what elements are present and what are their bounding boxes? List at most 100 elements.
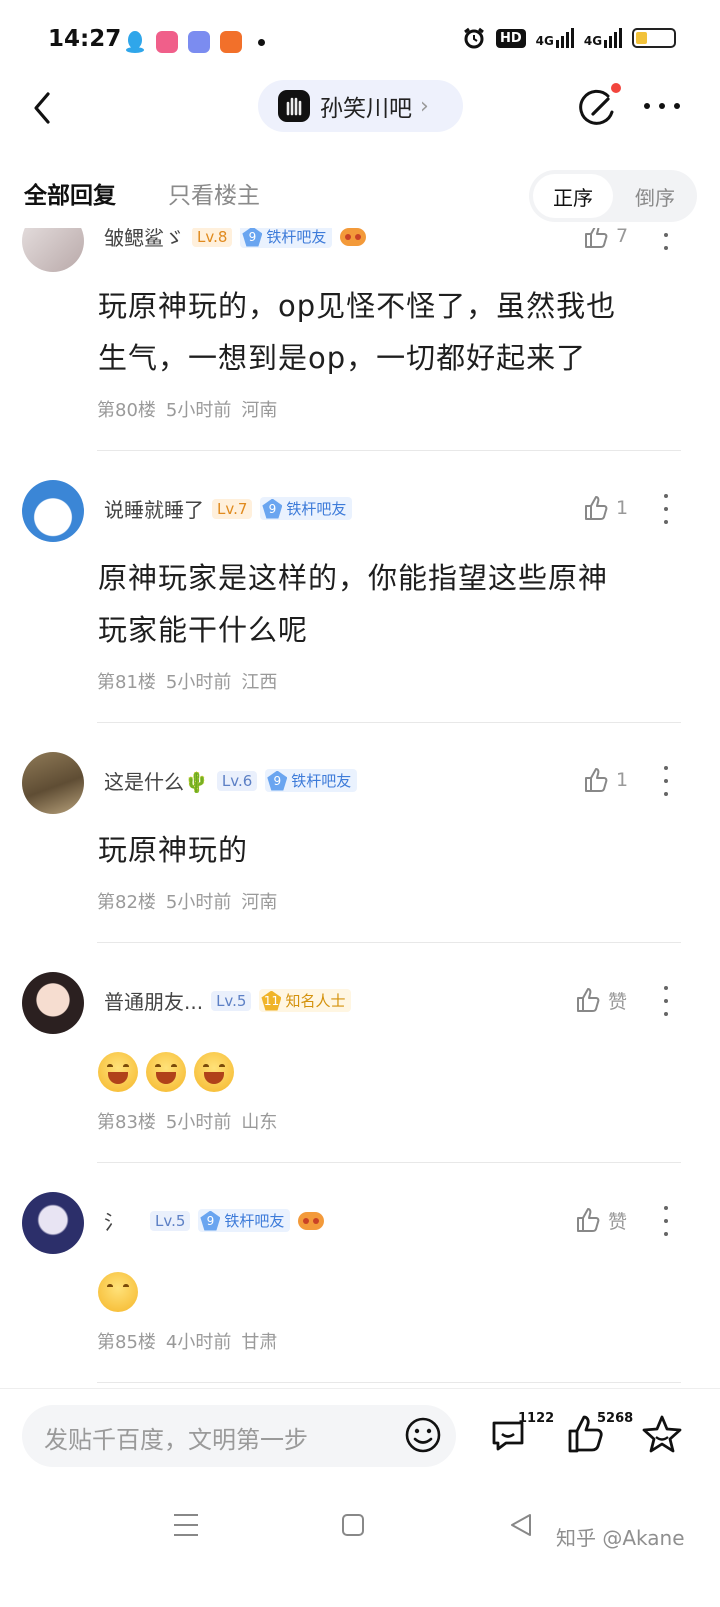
hand-icon <box>286 97 302 116</box>
reply-meta: 第82楼 5小时前 河南 <box>97 888 277 914</box>
favorite-star-button[interactable] <box>640 1413 684 1455</box>
status-right-icons: HD 4G 4G <box>462 26 677 50</box>
home-button[interactable] <box>340 1512 366 1538</box>
reply-text-line: 玩原神玩的，op见怪不怪了，虽然我也 <box>98 289 617 323</box>
username[interactable]: 普通朋友... <box>104 986 203 1015</box>
like-count-total: 5268 <box>597 1411 634 1426</box>
member-badge: 9 铁杆吧友 <box>265 769 358 792</box>
forum-pill[interactable]: 孙笑川吧 › <box>258 80 463 132</box>
like-button[interactable]: 赞 <box>574 986 627 1014</box>
avatar[interactable] <box>22 972 84 1034</box>
battery-icon <box>632 28 677 48</box>
more-menu-button[interactable] <box>642 94 682 118</box>
diamond-icon: 9 <box>242 228 263 247</box>
watermark: 知乎 @Akane <box>556 1526 685 1550</box>
status-time: 14:27 <box>48 26 122 52</box>
level-badge: Lv.8 <box>192 228 233 247</box>
member-badge: 9 铁杆吧友 <box>198 1209 291 1232</box>
diamond-icon: 9 <box>262 498 283 519</box>
divider <box>97 450 681 451</box>
avatar[interactable] <box>22 752 84 814</box>
reply-list[interactable]: 皱鳃鲨ゞ Lv.8 9 铁杆吧友 7 玩原神玩的，op见怪不怪了，虽然我也 生气，… <box>0 228 720 1420</box>
diamond-icon: 9 <box>267 770 288 791</box>
reply-time: 5小时前 <box>165 672 232 693</box>
like-count: 1 <box>616 769 629 791</box>
bilibili-icon <box>156 31 178 53</box>
laugh-emoji-icon <box>98 1052 138 1092</box>
avatar[interactable] <box>22 228 84 272</box>
status-app-icons <box>124 30 265 54</box>
username[interactable]: 说睡就睡了 <box>104 494 204 523</box>
hd-icon: HD <box>496 28 526 48</box>
reply-time: 4小时前 <box>165 1332 232 1353</box>
back-nav-button[interactable] <box>508 1512 534 1538</box>
avatar[interactable] <box>22 1192 84 1254</box>
username[interactable]: 氵 <box>104 1206 124 1235</box>
shy-emoji-icon <box>98 1272 138 1312</box>
reply-time: 5小时前 <box>165 400 232 421</box>
reply-menu-button[interactable] <box>658 986 674 1016</box>
reply-menu-button[interactable] <box>658 1206 674 1236</box>
like-button[interactable]: 1 <box>582 494 628 522</box>
reply-content <box>98 1272 688 1322</box>
like-button[interactable]: 赞 <box>574 1206 627 1234</box>
floor-number: 第85楼 <box>97 1332 156 1353</box>
thumb-up-icon <box>585 496 608 520</box>
reply-menu-button[interactable] <box>658 766 674 796</box>
reply-item: 普通朋友... Lv.5 11 知名人士 赞 第83楼 5小时前 山东 <box>0 972 720 1192</box>
thumb-up-icon <box>585 228 608 248</box>
floor-number: 第83楼 <box>97 1112 156 1133</box>
alarm-icon <box>464 27 484 49</box>
back-button[interactable] <box>28 88 58 128</box>
edit-post-button[interactable] <box>578 88 618 128</box>
reply-content: 原神玩家是这样的，你能指望这些原神 玩家能干什么呢 <box>98 552 688 656</box>
gamepad-icon <box>298 1211 325 1230</box>
member-badge: 11 知名人士 <box>259 989 352 1012</box>
diamond-icon: 11 <box>261 990 282 1011</box>
tab-owner-only[interactable]: 只看楼主 <box>168 176 260 210</box>
badge-label: 铁杆吧友 <box>291 772 352 790</box>
reply-meta: 第81楼 5小时前 江西 <box>97 668 277 694</box>
member-badge: 9 铁杆吧友 <box>240 228 333 248</box>
like-label: 赞 <box>608 990 628 1013</box>
badge-label: 铁杆吧友 <box>266 228 327 246</box>
like-button[interactable]: 1 <box>582 766 628 794</box>
tab-all-replies[interactable]: 全部回复 <box>24 176 116 210</box>
reply-item: 说睡就睡了 Lv.7 9 铁杆吧友 1 原神玩家是这样的，你能指望这些原神 玩家能… <box>0 480 720 732</box>
sort-ascending-button[interactable]: 正序 <box>533 174 613 218</box>
badge-label: 知名人士 <box>285 992 346 1010</box>
reply-menu-button[interactable] <box>658 228 674 250</box>
level-badge: Lv.6 <box>216 770 258 791</box>
like-count: 7 <box>616 228 629 247</box>
reply-item: 这是什么🌵 Lv.6 9 铁杆吧友 1 玩原神玩的 第82楼 5小时前 河南 <box>0 752 720 972</box>
level-badge: Lv.5 <box>211 990 252 1011</box>
reply-text-line: 原神玩家是这样的，你能指望这些原神 <box>98 561 609 595</box>
more-dot-icon <box>258 38 265 46</box>
user-row: 氵 Lv.5 9 铁杆吧友 <box>104 1206 325 1235</box>
reply-content <box>98 1052 688 1102</box>
notification-dot <box>611 83 621 93</box>
sort-descending-button[interactable]: 倒序 <box>617 174 693 218</box>
avatar[interactable] <box>22 480 84 542</box>
menu-icon[interactable] <box>172 1512 200 1538</box>
user-row: 这是什么🌵 Lv.6 9 铁杆吧友 <box>104 766 358 795</box>
reply-menu-button[interactable] <box>658 494 674 524</box>
forum-name: 孙笑川吧 <box>320 96 412 122</box>
username[interactable]: 皱鳃鲨ゞ <box>104 228 184 251</box>
reply-time: 5小时前 <box>165 1112 232 1133</box>
like-button[interactable]: 7 <box>582 228 628 250</box>
reply-meta: 第80楼 5小时前 河南 <box>97 396 277 422</box>
reply-location: 山东 <box>241 1112 278 1133</box>
reply-meta: 第83楼 5小时前 山东 <box>97 1108 277 1134</box>
diamond-icon: 9 <box>200 1210 221 1231</box>
member-badge: 9 铁杆吧友 <box>260 497 353 520</box>
reply-text-line: 玩原神玩的 <box>98 833 249 867</box>
floor-number: 第82楼 <box>97 892 156 913</box>
divider <box>97 942 681 943</box>
divider <box>97 1162 681 1163</box>
badge-label: 铁杆吧友 <box>286 500 347 518</box>
thumb-up-icon <box>577 988 600 1012</box>
emoji-button[interactable] <box>403 1415 443 1455</box>
divider <box>97 1382 681 1383</box>
username[interactable]: 这是什么🌵 <box>104 766 209 795</box>
